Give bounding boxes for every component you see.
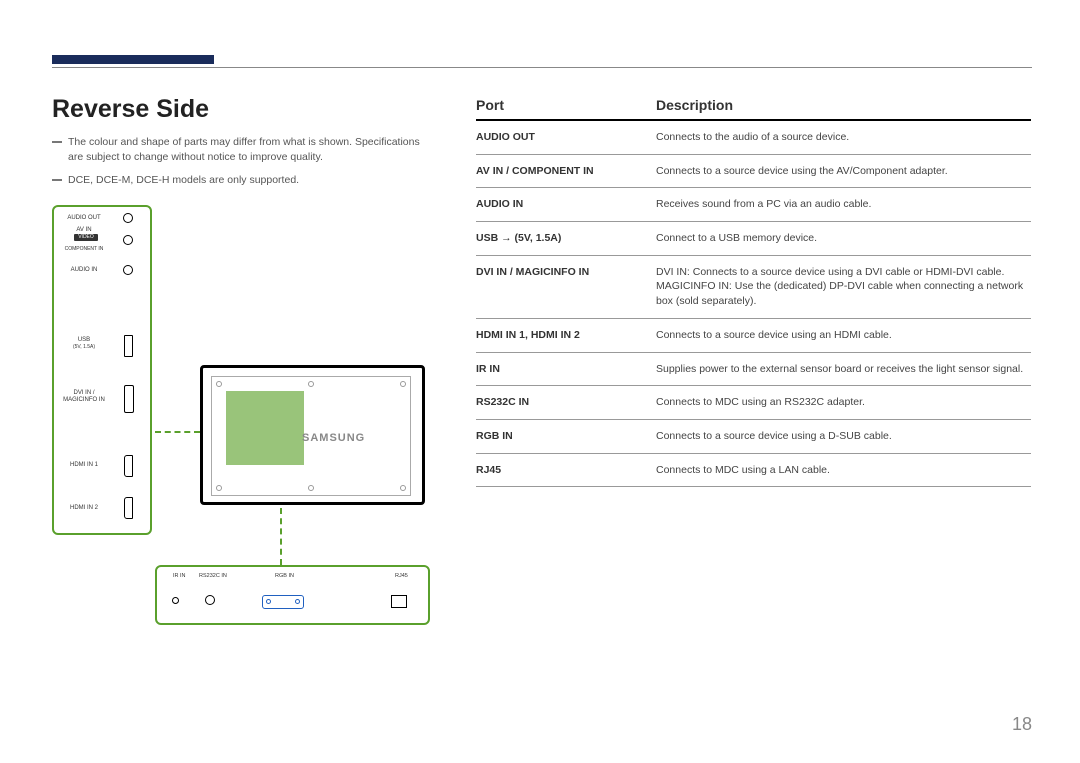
note-text: DCE, DCE-M, DCE-H models are only suppor…	[52, 173, 432, 188]
ir-jack-icon	[172, 597, 179, 604]
port-desc: Connects to a source device using an HDM…	[656, 328, 1031, 343]
table-row: AV IN / COMPONENT IN Connects to a sourc…	[476, 155, 1031, 189]
port-desc: Receives sound from a PC via an audio ca…	[656, 197, 1031, 212]
label-ir-in: IR IN	[173, 573, 186, 579]
hdmi-port-icon	[124, 497, 133, 519]
table-row: IR IN Supplies power to the external sen…	[476, 353, 1031, 387]
page-title: Reverse Side	[52, 95, 209, 124]
port-name: IR IN	[476, 362, 656, 377]
port-desc: Supplies power to the external sensor bo…	[656, 362, 1031, 377]
table-row: DVI IN / MAGICINFO IN DVI IN: Connects t…	[476, 256, 1031, 319]
side-port-diagram: AUDIO OUT AV IN VIDEO COMPONENT IN AUDIO…	[52, 205, 152, 535]
port-desc: Connect to a USB memory device.	[656, 231, 1031, 246]
port-desc: Connects to a source device using a D-SU…	[656, 429, 1031, 444]
table-row: HDMI IN 1, HDMI IN 2 Connects to a sourc…	[476, 319, 1031, 353]
screw-icon	[216, 381, 222, 387]
port-desc: Connects to a source device using the AV…	[656, 164, 1031, 179]
table-row: RGB IN Connects to a source device using…	[476, 420, 1031, 454]
table-header-row: Port Description	[476, 97, 1031, 121]
port-icon	[123, 213, 133, 223]
port-icon	[123, 235, 133, 245]
port-name: AUDIO IN	[476, 197, 656, 212]
header-rule	[52, 67, 1032, 68]
hdmi-port-icon	[124, 455, 133, 477]
port-desc: Connects to MDC using an RS232C adapter.	[656, 395, 1031, 410]
table-row: AUDIO IN Receives sound from a PC via an…	[476, 188, 1031, 222]
connector-line	[280, 508, 282, 565]
port-name: AUDIO OUT	[476, 130, 656, 145]
port-name: HDMI IN 1, HDMI IN 2	[476, 328, 656, 343]
col-header-description: Description	[656, 97, 1031, 113]
rs232c-jack-icon	[205, 595, 215, 605]
port-name: USB → (5V, 1.5A)	[476, 231, 656, 246]
video-badge: VIDEO	[74, 234, 98, 241]
port-name: RJ45	[476, 463, 656, 478]
pcb-area	[226, 391, 304, 465]
label-rj45: RJ45	[395, 573, 408, 579]
port-desc: Connects to the audio of a source device…	[656, 130, 1031, 145]
connector-line	[155, 431, 200, 433]
usb-port-icon	[124, 335, 133, 357]
monitor-rear-diagram: SAMSUNG	[200, 365, 425, 505]
label-rs232c: RS232C IN	[199, 573, 227, 579]
brand-logo: SAMSUNG	[302, 432, 365, 444]
table-row: AUDIO OUT Connects to the audio of a sou…	[476, 121, 1031, 155]
table-row: RJ45 Connects to MDC using a LAN cable.	[476, 454, 1031, 488]
port-desc: DVI IN: Connects to a source device usin…	[656, 265, 1031, 309]
label-usb: USB	[62, 337, 106, 344]
screw-icon	[400, 485, 406, 491]
port-description-table: Port Description AUDIO OUT Connects to t…	[476, 97, 1031, 487]
screw-icon	[308, 381, 314, 387]
label-hdmi2: HDMI IN 2	[62, 505, 106, 512]
label-usb-spec: (5V, 1.5A)	[62, 345, 106, 351]
port-desc: Connects to MDC using a LAN cable.	[656, 463, 1031, 478]
rj45-port-icon	[391, 595, 407, 608]
label-component-in: COMPONENT IN	[62, 247, 106, 253]
port-name: AV IN / COMPONENT IN	[476, 164, 656, 179]
label-audio-out: AUDIO OUT	[62, 215, 106, 222]
note-text: The colour and shape of parts may differ…	[52, 135, 432, 165]
table-row: USB → (5V, 1.5A) Connect to a USB memory…	[476, 222, 1031, 256]
col-header-port: Port	[476, 97, 656, 113]
label-rgb-in: RGB IN	[275, 573, 294, 579]
port-name: DVI IN / MAGICINFO IN	[476, 265, 656, 309]
port-icon	[123, 265, 133, 275]
accent-bar	[52, 55, 214, 64]
dvi-port-icon	[124, 385, 134, 413]
label-dvi: DVI IN / MAGICINFO IN	[62, 390, 106, 403]
port-name: RS232C IN	[476, 395, 656, 410]
screw-icon	[308, 485, 314, 491]
label-audio-in: AUDIO IN	[62, 267, 106, 274]
screw-icon	[216, 485, 222, 491]
vga-port-icon	[262, 595, 304, 609]
screw-icon	[400, 381, 406, 387]
label-hdmi1: HDMI IN 1	[62, 462, 106, 469]
bottom-port-diagram: IR IN RS232C IN RGB IN RJ45	[155, 565, 430, 625]
monitor-inner: SAMSUNG	[211, 376, 411, 496]
table-row: RS232C IN Connects to MDC using an RS232…	[476, 386, 1031, 420]
label-av-in: AV IN	[62, 227, 106, 234]
notes-block: The colour and shape of parts may differ…	[52, 135, 432, 197]
port-name: RGB IN	[476, 429, 656, 444]
page-number: 18	[1012, 714, 1032, 735]
